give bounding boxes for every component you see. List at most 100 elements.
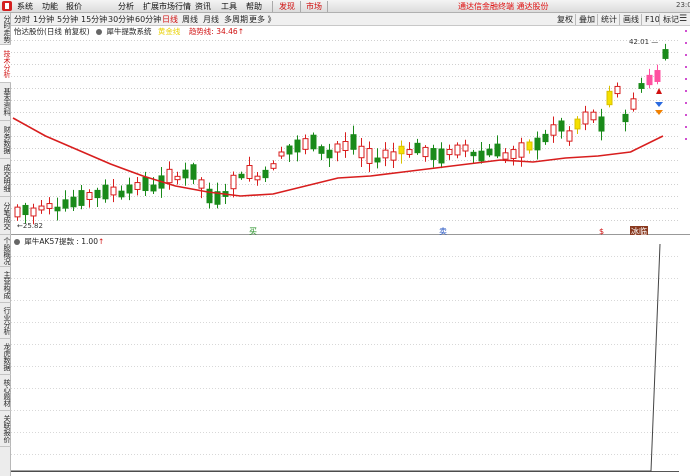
period-tab-timeshare[interactable]: 分时 bbox=[14, 14, 30, 25]
menu-quote[interactable]: 报价 bbox=[66, 1, 82, 12]
candle-body bbox=[446, 148, 453, 156]
toolbar-menu-icon[interactable]: ☰ bbox=[679, 14, 687, 25]
period-toolbar: 分时 1分钟 5分钟 15分钟 30分钟 60分钟 日线 周线 月线 多周期 更… bbox=[11, 13, 690, 26]
settings-dot-icon[interactable] bbox=[14, 238, 20, 245]
period-tab-multi[interactable]: 多周期 bbox=[224, 14, 248, 25]
candle-body bbox=[374, 157, 381, 163]
candle-body bbox=[574, 118, 581, 130]
candle-body bbox=[182, 169, 189, 179]
side-tab-overview[interactable]: 个股概况 bbox=[0, 235, 11, 267]
menu-discover[interactable]: 发现 bbox=[279, 1, 295, 12]
title-banner: 通达信金融终端 通达股份 bbox=[458, 2, 549, 11]
chart-info-line: 怡达股份(日线 前复权) 犀牛提款系统 黄金线 趋势线: 34.46↑ bbox=[14, 27, 244, 37]
menu-separator bbox=[300, 1, 301, 12]
indicator-chart[interactable] bbox=[11, 236, 690, 476]
right-edge-dot bbox=[685, 114, 687, 116]
menu-market[interactable]: 市场 bbox=[306, 1, 322, 12]
candle-body bbox=[334, 143, 341, 153]
menu-extended-market[interactable]: 扩展市场行情 bbox=[143, 1, 191, 12]
candle-body bbox=[278, 151, 285, 157]
menu-tools[interactable]: 工具 bbox=[221, 1, 237, 12]
indicator-info-line: 犀牛AK57提款 : 1.00↑ bbox=[14, 237, 104, 247]
candle-body bbox=[462, 144, 469, 152]
period-tab-60min[interactable]: 60分钟 bbox=[135, 14, 161, 25]
right-edge-dot bbox=[685, 126, 687, 128]
candle-body bbox=[294, 139, 301, 153]
menu-system[interactable]: 系统 bbox=[17, 1, 33, 12]
mark-button[interactable]: 标记 bbox=[659, 14, 679, 25]
side-tab-theme[interactable]: 核心题材 bbox=[0, 375, 11, 411]
candle-body bbox=[542, 133, 549, 143]
period-tab-1min[interactable]: 1分钟 bbox=[33, 14, 54, 25]
period-tab-5min[interactable]: 5分钟 bbox=[57, 14, 78, 25]
candle-body bbox=[38, 205, 45, 211]
menu-analysis[interactable]: 分析 bbox=[118, 1, 134, 12]
candle-body bbox=[118, 190, 125, 198]
clock: 23:0 bbox=[676, 1, 690, 9]
menu-bar: 系统 功能 报价 分析 扩展市场行情 资讯 工具 帮助 发现 市场 通达信金融终… bbox=[0, 0, 690, 13]
candle-body bbox=[22, 204, 29, 216]
kline-chart[interactable]: 42.01 — ←25.82 买 卖 $ 冰临 bbox=[11, 26, 690, 235]
period-tab-monthly[interactable]: 月线 bbox=[203, 14, 219, 25]
draw-button[interactable]: 画线 bbox=[619, 14, 639, 25]
side-tab-dragon[interactable]: 龙虎数据 bbox=[0, 339, 11, 375]
candle-body bbox=[590, 111, 597, 121]
overlay-button[interactable]: 叠加 bbox=[575, 14, 595, 25]
candle-body bbox=[518, 142, 525, 158]
kline-chart-pane[interactable]: 42.01 — ←25.82 买 卖 $ 冰临 bbox=[11, 26, 690, 235]
side-tab-related[interactable]: 关联报价 bbox=[0, 411, 11, 447]
side-tab-finance[interactable]: 财务数据 bbox=[0, 121, 11, 159]
period-tab-more[interactable]: 更多 》 bbox=[249, 14, 276, 25]
candle-body bbox=[502, 152, 509, 160]
right-edge-dot bbox=[685, 138, 687, 140]
menu-function[interactable]: 功能 bbox=[42, 1, 58, 12]
right-dots bbox=[682, 30, 690, 150]
candle-body bbox=[14, 206, 21, 218]
candle-body bbox=[198, 179, 205, 189]
candle-body bbox=[486, 148, 493, 156]
candle-body bbox=[550, 124, 557, 136]
right-edge-dot bbox=[685, 30, 687, 32]
stats-button[interactable]: 统计 bbox=[597, 14, 617, 25]
period-tab-weekly[interactable]: 周线 bbox=[182, 14, 198, 25]
adjust-button[interactable]: 复权 bbox=[557, 14, 573, 25]
candle-body bbox=[638, 83, 645, 89]
candle-body bbox=[342, 141, 349, 151]
candle-body bbox=[350, 134, 357, 150]
up-arrow-icon: ↑ bbox=[237, 27, 244, 36]
period-tab-daily[interactable]: 日线 bbox=[162, 14, 178, 25]
candle-body bbox=[102, 184, 109, 200]
system-label: 犀牛提款系统 bbox=[106, 27, 152, 36]
menu-news[interactable]: 资讯 bbox=[195, 1, 211, 12]
period-tab-15min[interactable]: 15分钟 bbox=[81, 14, 107, 25]
candle-body bbox=[62, 199, 69, 209]
side-tab-technical[interactable]: 技术分析 bbox=[0, 45, 11, 83]
right-edge-dot bbox=[685, 102, 687, 104]
side-tab-ticks[interactable]: 分笔成交 bbox=[0, 197, 11, 235]
menu-separator bbox=[272, 1, 273, 12]
indicator-pane[interactable] bbox=[11, 236, 690, 476]
candle-body bbox=[630, 98, 637, 110]
side-tab-timeshare[interactable]: 分时走势 bbox=[0, 13, 11, 45]
candle-body bbox=[470, 151, 477, 157]
candle-body bbox=[326, 149, 333, 159]
menu-help[interactable]: 帮助 bbox=[246, 1, 262, 12]
settings-dot-icon[interactable] bbox=[96, 28, 103, 35]
right-edge-dot bbox=[685, 78, 687, 80]
side-tab-business[interactable]: 主营构成 bbox=[0, 267, 11, 303]
right-edge-dot bbox=[685, 42, 687, 44]
candle-body bbox=[366, 148, 373, 164]
candle-body bbox=[126, 184, 133, 194]
app-logo-icon[interactable] bbox=[2, 1, 12, 11]
side-tab-deals[interactable]: 成交明细 bbox=[0, 159, 11, 197]
candle-body bbox=[86, 192, 93, 200]
candle-body bbox=[142, 176, 149, 192]
side-tab-industry[interactable]: 行业分析 bbox=[0, 303, 11, 339]
side-tab-profile[interactable]: 基本资料 bbox=[0, 83, 11, 121]
signal-marker: 卖 bbox=[439, 227, 447, 235]
f10-button[interactable]: F10 bbox=[641, 14, 660, 25]
period-tab-30min[interactable]: 30分钟 bbox=[108, 14, 134, 25]
signal-marker: 买 bbox=[249, 227, 257, 235]
candle-body bbox=[30, 207, 37, 217]
right-edge-dot bbox=[685, 54, 687, 56]
